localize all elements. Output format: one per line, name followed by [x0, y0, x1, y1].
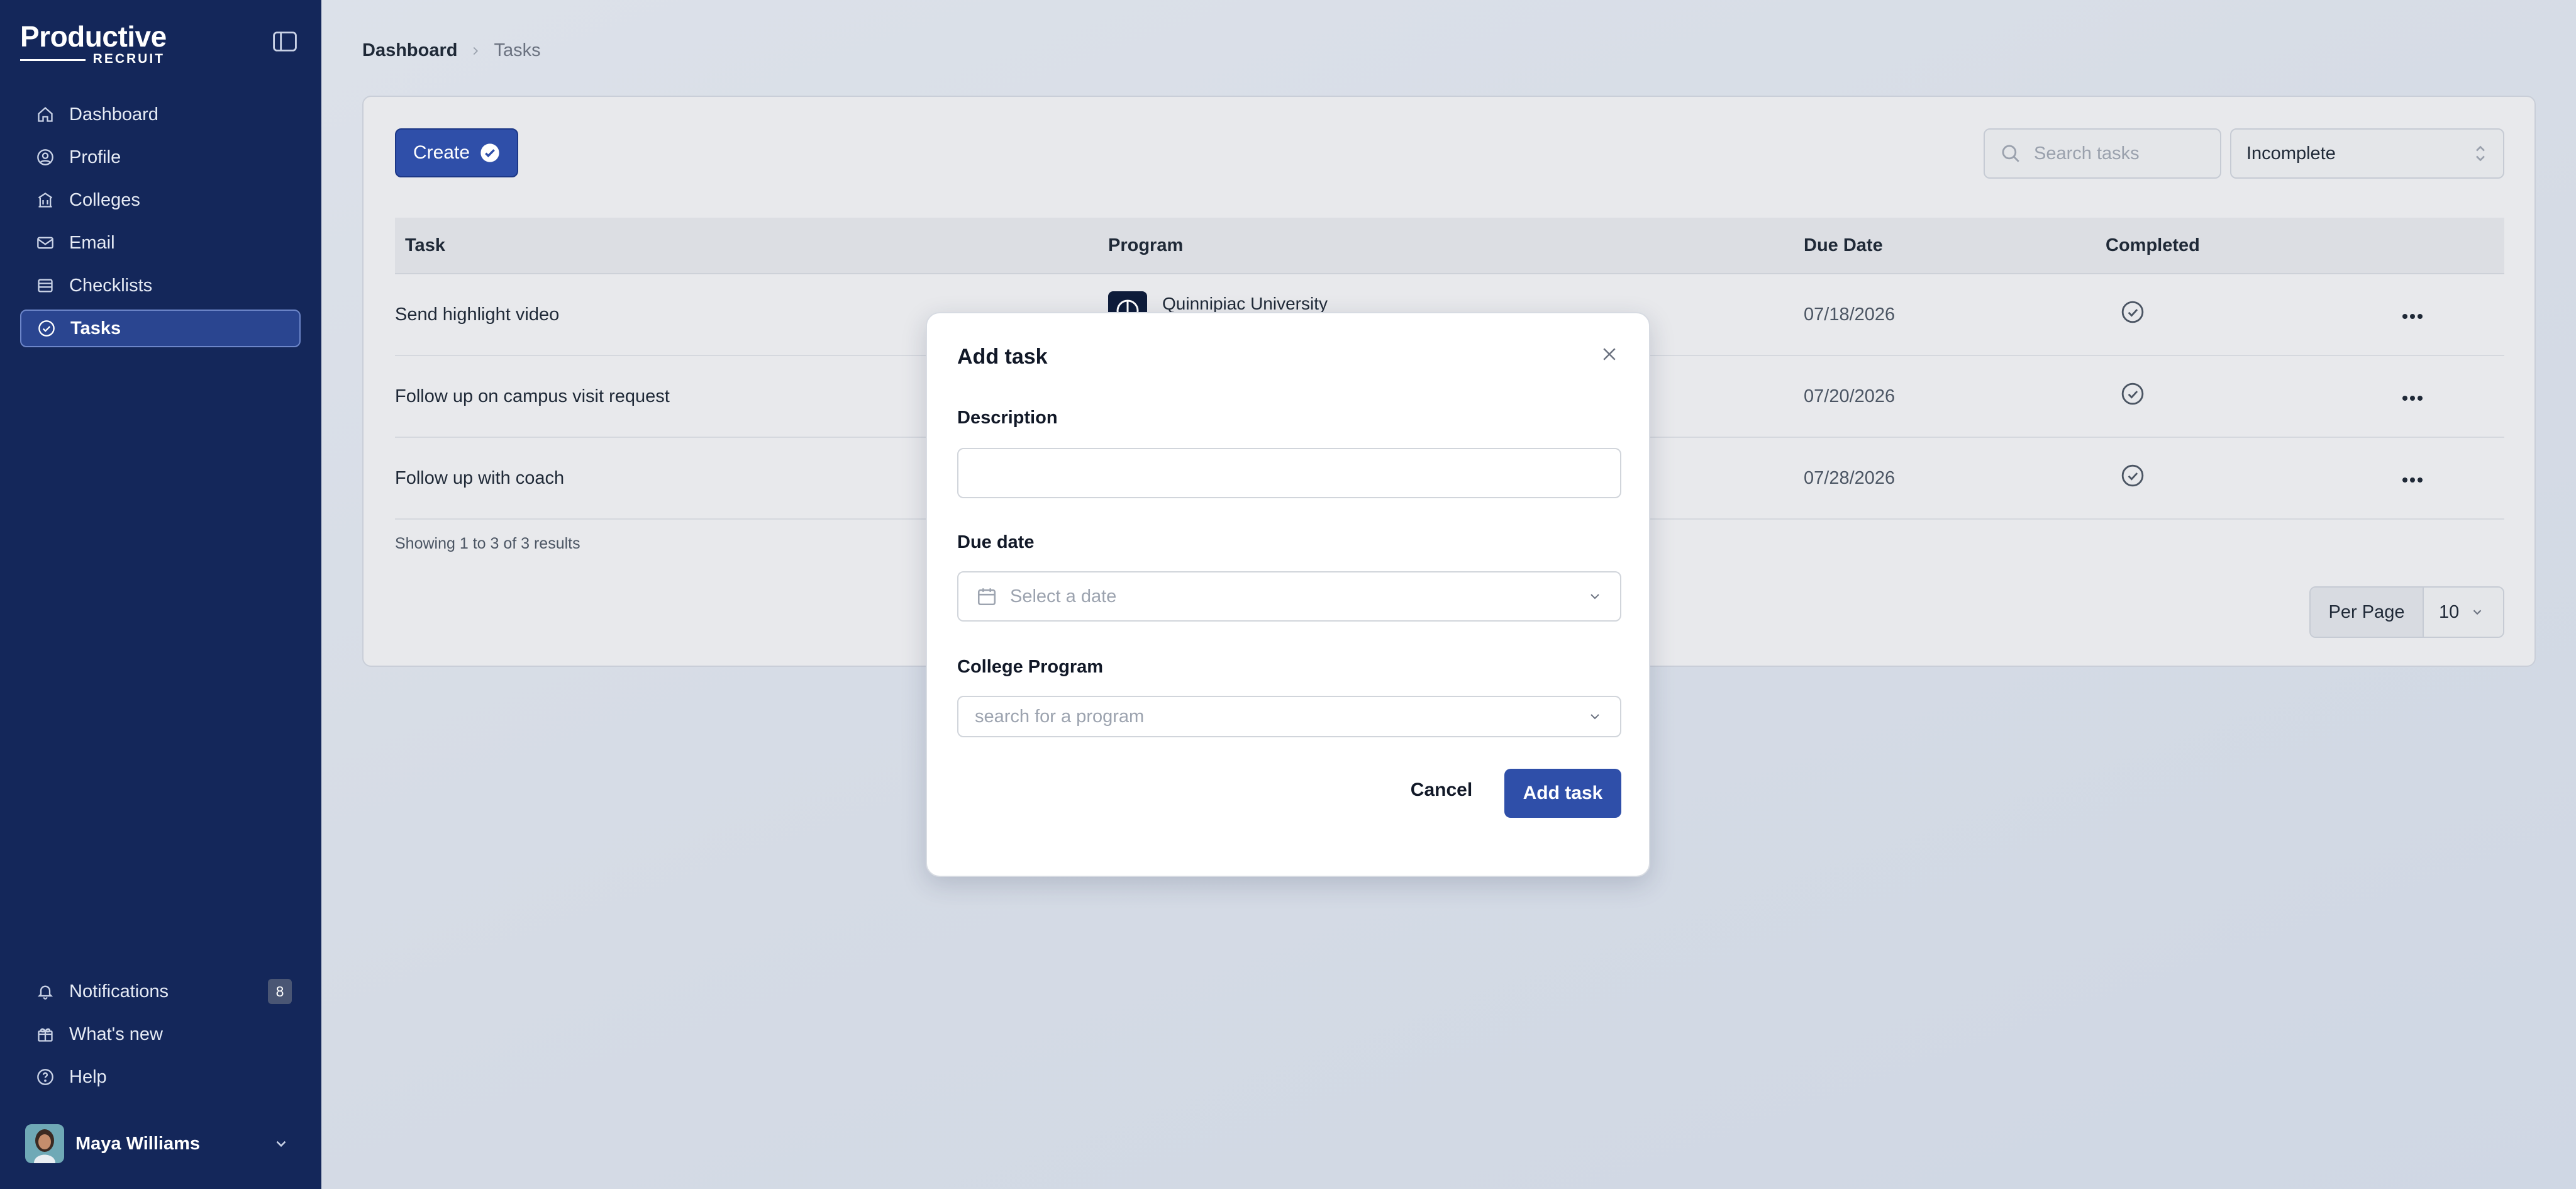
search-placeholder: Search tasks	[2034, 143, 2140, 164]
sidebar-item-label: Profile	[69, 147, 121, 167]
chevron-down-icon	[276, 1141, 286, 1147]
sidebar-item-tasks[interactable]: Tasks	[20, 310, 301, 347]
due-date-label: Due date	[957, 532, 1035, 552]
sidebar-item-label: Dashboard	[69, 104, 158, 125]
status-filter-value: Incomplete	[2246, 143, 2336, 164]
create-button-label: Create	[413, 142, 470, 163]
check-circle-icon	[38, 320, 55, 337]
due-date-picker[interactable]: Select a date	[957, 571, 1621, 622]
column-header-program[interactable]: Program	[1108, 235, 1804, 256]
actions-cell	[2401, 304, 2504, 325]
sidebar-item-label: Checklists	[69, 275, 153, 296]
status-filter-select[interactable]: Incomplete	[2230, 128, 2504, 179]
chevron-updown-icon	[2476, 145, 2485, 162]
sidebar-item-whats-new[interactable]: What's new	[20, 1015, 301, 1053]
college-program-select[interactable]: search for a program	[957, 696, 1621, 737]
brand-name: Productive	[20, 20, 167, 53]
per-page-select[interactable]: Per Page 10	[2309, 586, 2504, 638]
college-program-label: College Program	[957, 657, 1104, 677]
complete-toggle-icon[interactable]	[2121, 382, 2145, 406]
actions-cell	[2401, 468, 2504, 489]
completed-cell	[2106, 300, 2401, 329]
completed-cell	[2106, 382, 2401, 411]
sidebar-item-email[interactable]: Email	[20, 224, 301, 262]
more-options-icon[interactable]	[2401, 313, 2424, 320]
per-page-label: Per Page	[2311, 588, 2424, 637]
logo-underline	[20, 59, 86, 61]
completed-cell	[2106, 464, 2401, 493]
sidebar: Productive RECRUIT Dashboard Profile Col…	[0, 0, 321, 1189]
complete-toggle-icon[interactable]	[2121, 464, 2145, 488]
description-field[interactable]	[957, 448, 1621, 498]
create-button[interactable]: Create	[395, 128, 518, 177]
due-date-cell: 07/18/2026	[1804, 304, 1896, 325]
gift-icon	[38, 1028, 53, 1042]
help-circle-icon	[37, 1069, 53, 1085]
sidebar-item-profile[interactable]: Profile	[20, 138, 301, 176]
check-circle-icon	[480, 143, 499, 162]
user-menu[interactable]: Maya Williams	[25, 1124, 289, 1163]
sidebar-nav: Dashboard Profile Colleges Email Checkli…	[20, 96, 301, 352]
college-name: Quinnipiac University	[1162, 294, 1328, 313]
sidebar-item-label: What's new	[69, 1024, 163, 1044]
close-icon[interactable]	[1600, 345, 1619, 364]
user-circle-icon	[37, 149, 53, 165]
sidebar-item-label: Notifications	[69, 981, 169, 1002]
more-options-icon[interactable]	[2401, 394, 2424, 402]
chevron-down-icon	[2473, 610, 2482, 615]
sidebar-item-checklists[interactable]: Checklists	[20, 267, 301, 304]
sidebar-item-label: Tasks	[70, 318, 121, 338]
modal-title: Add task	[957, 345, 1048, 369]
description-label: Description	[957, 408, 1058, 428]
college-program-placeholder: search for a program	[975, 706, 1145, 727]
chevron-right-icon	[474, 47, 479, 55]
complete-toggle-icon[interactable]	[2121, 300, 2145, 324]
sidebar-item-notifications[interactable]: Notifications 8	[20, 973, 301, 1010]
building-icon	[38, 193, 53, 208]
search-input[interactable]: Search tasks	[1984, 128, 2221, 179]
brand-sub: RECRUIT	[92, 52, 165, 66]
add-task-button[interactable]: Add task	[1504, 769, 1621, 818]
due-date-placeholder: Select a date	[1010, 586, 1117, 606]
chevron-down-icon	[1591, 714, 1599, 720]
user-name: Maya Williams	[75, 1133, 200, 1154]
list-icon	[38, 279, 53, 293]
sidebar-item-label: Email	[69, 232, 115, 253]
due-date-cell: 07/20/2026	[1804, 386, 1896, 406]
per-page-value: 10	[2439, 601, 2460, 622]
breadcrumb-dashboard[interactable]: Dashboard	[362, 40, 457, 61]
table-header: Task Program Due Date Completed	[395, 218, 2504, 274]
cancel-button[interactable]: Cancel	[1404, 766, 1479, 814]
sidebar-item-colleges[interactable]: Colleges	[20, 181, 301, 219]
search-icon	[2002, 145, 2019, 162]
mail-icon	[37, 237, 53, 249]
chevron-down-icon	[1591, 594, 1599, 600]
sidebar-bottom-nav: Notifications 8 What's new Help	[20, 973, 301, 1101]
per-page-value-box[interactable]: 10	[2424, 588, 2503, 637]
column-header-due-date[interactable]: Due Date	[1804, 235, 2106, 256]
column-header-task[interactable]: Task	[395, 235, 1108, 256]
sidebar-item-help[interactable]: Help	[20, 1058, 301, 1096]
column-header-completed[interactable]: Completed	[2106, 235, 2401, 256]
add-task-modal: Add task Description Due date Select a d…	[926, 312, 1650, 877]
actions-cell	[2401, 386, 2504, 407]
results-summary: Showing 1 to 3 of 3 results	[395, 535, 580, 552]
sidebar-toggle-icon[interactable]	[273, 31, 297, 52]
breadcrumb: Dashboard Tasks	[362, 40, 541, 61]
due-date-cell: 07/28/2026	[1804, 467, 1896, 488]
avatar	[25, 1124, 64, 1163]
breadcrumb-tasks: Tasks	[494, 40, 541, 60]
sidebar-item-dashboard[interactable]: Dashboard	[20, 96, 301, 133]
calendar-icon	[977, 588, 996, 606]
more-options-icon[interactable]	[2401, 476, 2424, 484]
bell-icon	[37, 985, 53, 1000]
description-input[interactable]	[958, 449, 1620, 497]
sidebar-item-label: Colleges	[69, 189, 140, 210]
sidebar-item-label: Help	[69, 1066, 107, 1087]
home-icon	[38, 106, 53, 122]
notification-count-badge: 8	[268, 979, 292, 1004]
brand-logo[interactable]: Productive RECRUIT	[20, 20, 167, 66]
